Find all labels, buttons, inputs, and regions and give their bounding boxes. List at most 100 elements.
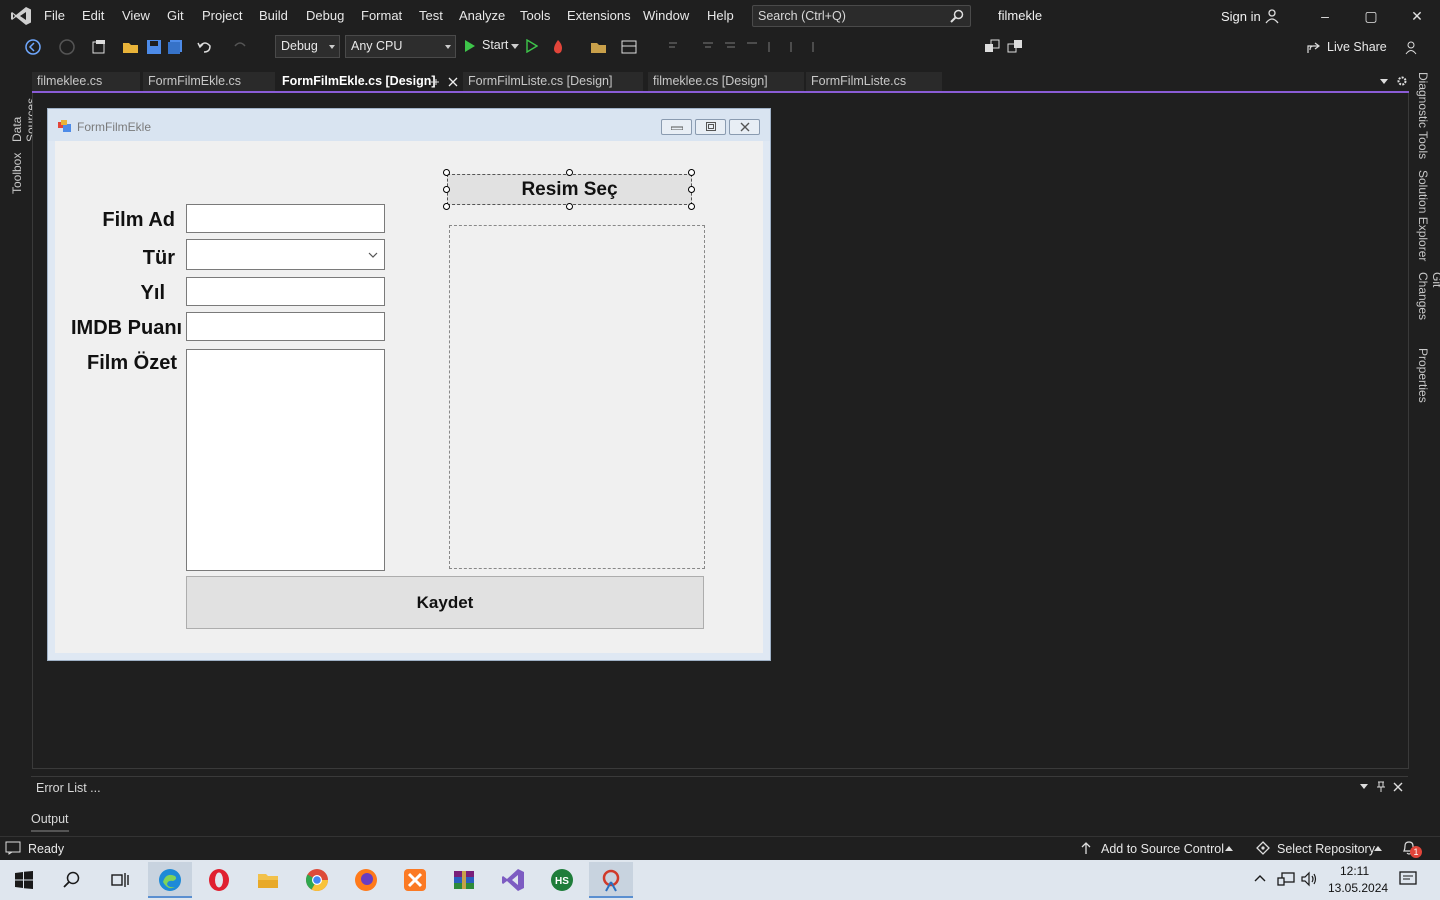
selection-handle[interactable] bbox=[443, 203, 450, 210]
selection-handle[interactable] bbox=[566, 203, 573, 210]
open-folder-icon[interactable] bbox=[122, 38, 140, 56]
network-icon[interactable] bbox=[1277, 871, 1295, 887]
output-tab[interactable]: Output bbox=[31, 812, 69, 826]
selection-handle[interactable] bbox=[443, 169, 450, 176]
close-button[interactable]: ✕ bbox=[1407, 6, 1427, 26]
account-icon[interactable] bbox=[1264, 8, 1280, 24]
diagnostic-tools-tab[interactable]: Diagnostic Tools bbox=[1416, 72, 1430, 160]
alignment-tools-icon[interactable] bbox=[667, 40, 837, 54]
taskbar-hs-app[interactable]: HS bbox=[540, 862, 584, 898]
form-close-button[interactable] bbox=[729, 119, 760, 135]
tab-filmeklee-cs[interactable]: filmeklee.cs bbox=[32, 72, 140, 92]
select-repository-button[interactable]: Select Repository bbox=[1277, 842, 1375, 856]
feedback-icon[interactable] bbox=[1404, 39, 1420, 55]
solution-configuration-select[interactable]: Debug bbox=[275, 35, 340, 58]
film-ozet-textarea[interactable] bbox=[186, 349, 385, 571]
winform-window[interactable]: FormFilmEkle Film Ad Tür Yıl IMDB Puanı … bbox=[47, 108, 771, 661]
save-all-icon[interactable] bbox=[166, 38, 184, 56]
selection-handle[interactable] bbox=[443, 186, 450, 193]
form-minimize-button[interactable] bbox=[661, 119, 692, 135]
volume-icon[interactable] bbox=[1300, 871, 1318, 887]
sign-in-link[interactable]: Sign in bbox=[1221, 9, 1261, 24]
menu-file[interactable]: File bbox=[44, 8, 65, 23]
film-ad-input[interactable] bbox=[186, 204, 385, 233]
pin-tab-icon[interactable] bbox=[430, 77, 440, 87]
menu-debug[interactable]: Debug bbox=[306, 8, 344, 23]
menu-window[interactable]: Window bbox=[643, 8, 689, 23]
minimize-button[interactable]: – bbox=[1315, 6, 1335, 26]
form-maximize-button[interactable] bbox=[695, 119, 726, 135]
bring-to-front-icon[interactable] bbox=[983, 38, 1001, 56]
tab-list-dropdown-icon[interactable] bbox=[1380, 79, 1388, 84]
taskbar-visual-studio[interactable] bbox=[491, 862, 535, 898]
task-view-icon[interactable] bbox=[111, 871, 129, 889]
menu-view[interactable]: View bbox=[122, 8, 150, 23]
tab-formfilmliste-cs[interactable]: FormFilmListe.cs bbox=[806, 72, 942, 92]
panel-dropdown-icon[interactable] bbox=[1360, 784, 1368, 789]
notification-center-icon[interactable] bbox=[1399, 870, 1417, 888]
menu-help[interactable]: Help bbox=[707, 8, 734, 23]
taskbar-firefox[interactable] bbox=[344, 862, 388, 898]
resim-sec-button[interactable]: Resim Seç bbox=[447, 174, 692, 205]
browse-folder-icon[interactable] bbox=[590, 38, 608, 56]
taskbar-file-explorer[interactable] bbox=[246, 862, 290, 898]
kaydet-button[interactable]: Kaydet bbox=[186, 576, 704, 629]
imdb-input[interactable] bbox=[186, 312, 385, 341]
error-list-title[interactable]: Error List ... bbox=[36, 781, 101, 795]
live-share-icon[interactable] bbox=[1306, 41, 1320, 55]
git-changes-tab[interactable]: Git Changes bbox=[1416, 272, 1440, 338]
taskbar-opera[interactable] bbox=[197, 862, 241, 898]
tur-combobox[interactable] bbox=[186, 239, 385, 270]
live-share-button[interactable]: Live Share bbox=[1327, 40, 1387, 54]
selection-handle[interactable] bbox=[688, 169, 695, 176]
menu-extensions[interactable]: Extensions bbox=[567, 8, 631, 23]
forward-icon[interactable] bbox=[58, 38, 76, 56]
menu-edit[interactable]: Edit bbox=[82, 8, 104, 23]
menu-project[interactable]: Project bbox=[202, 8, 242, 23]
toolbox-tab[interactable]: Toolbox bbox=[10, 152, 24, 194]
maximize-button[interactable]: ▢ bbox=[1361, 6, 1381, 26]
poster-picturebox[interactable] bbox=[449, 225, 705, 569]
selection-handle[interactable] bbox=[688, 203, 695, 210]
add-to-source-control-button[interactable]: Add to Source Control bbox=[1101, 842, 1224, 856]
undo-icon[interactable] bbox=[196, 38, 214, 56]
taskbar-paint-app[interactable] bbox=[589, 862, 633, 898]
menu-build[interactable]: Build bbox=[259, 8, 288, 23]
menu-tools[interactable]: Tools bbox=[520, 8, 550, 23]
pin-panel-icon[interactable] bbox=[1376, 781, 1386, 793]
properties-tab[interactable]: Properties bbox=[1416, 348, 1430, 404]
hot-reload-icon[interactable] bbox=[549, 38, 567, 56]
search-taskbar-icon[interactable] bbox=[63, 871, 81, 889]
new-project-icon[interactable] bbox=[90, 38, 108, 56]
clock-time[interactable]: 12:11 bbox=[1340, 864, 1369, 878]
selection-handle[interactable] bbox=[688, 186, 695, 193]
output-window-icon[interactable] bbox=[5, 841, 21, 855]
save-icon[interactable] bbox=[145, 38, 163, 56]
yil-input[interactable] bbox=[186, 277, 385, 306]
windows-start-icon[interactable] bbox=[15, 871, 33, 889]
show-hidden-icons-icon[interactable] bbox=[1254, 874, 1266, 882]
search-input[interactable]: Search (Ctrl+Q) bbox=[752, 5, 971, 27]
taskbar-xampp[interactable] bbox=[393, 862, 437, 898]
solution-explorer-tab[interactable]: Solution Explorer bbox=[1416, 170, 1430, 262]
menu-test[interactable]: Test bbox=[419, 8, 443, 23]
close-panel-icon[interactable] bbox=[1393, 782, 1403, 792]
send-to-back-icon[interactable] bbox=[1006, 38, 1024, 56]
tab-formfilmliste-design[interactable]: FormFilmListe.cs [Design] bbox=[463, 72, 643, 92]
tab-filmeklee-design[interactable]: filmeklee.cs [Design] bbox=[648, 72, 804, 92]
solution-platform-select[interactable]: Any CPU bbox=[345, 35, 456, 58]
tab-settings-gear-icon[interactable] bbox=[1396, 75, 1408, 87]
menu-git[interactable]: Git bbox=[167, 8, 184, 23]
tab-formfilmekle-cs[interactable]: FormFilmEkle.cs bbox=[143, 72, 275, 92]
taskbar-edge[interactable] bbox=[148, 862, 192, 898]
back-icon[interactable] bbox=[24, 38, 42, 56]
start-debugging-button[interactable]: Start bbox=[482, 38, 508, 52]
start-play-icon[interactable] bbox=[464, 39, 476, 53]
redo-icon[interactable] bbox=[231, 38, 249, 56]
menu-analyze[interactable]: Analyze bbox=[459, 8, 505, 23]
clock-date[interactable]: 13.05.2024 bbox=[1328, 881, 1388, 895]
menu-format[interactable]: Format bbox=[361, 8, 402, 23]
notifications-button[interactable]: 1 bbox=[1402, 840, 1424, 858]
selection-handle[interactable] bbox=[566, 169, 573, 176]
start-dropdown-icon[interactable] bbox=[511, 44, 519, 49]
